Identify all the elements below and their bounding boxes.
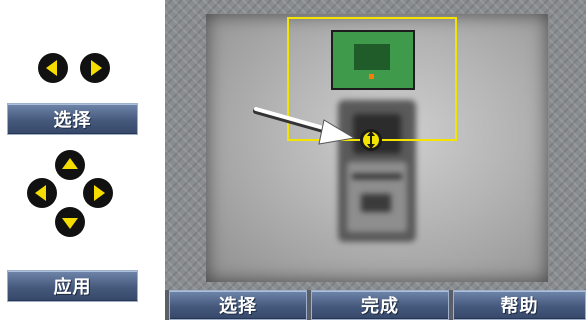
target-marker: [369, 74, 374, 79]
pointer-arrow-icon: [253, 107, 356, 145]
zoom-target: [354, 44, 390, 70]
down-arrow-icon[interactable]: [55, 207, 85, 237]
bottom-toolbar: 选择 完成 帮助: [165, 290, 586, 320]
apply-button[interactable]: 应用: [7, 270, 138, 302]
up-arrow-icon[interactable]: [55, 150, 85, 180]
done-button[interactable]: 完成: [311, 290, 449, 320]
left-arrow-icon[interactable]: [38, 53, 68, 83]
left-arrow-icon[interactable]: [27, 178, 57, 208]
right-arrow-icon[interactable]: [83, 178, 113, 208]
right-arrow-icon[interactable]: [80, 53, 110, 83]
side-select-button[interactable]: 选择: [7, 103, 138, 135]
overlay-layer: [253, 17, 457, 151]
side-control-panel: 选择 应用: [0, 0, 165, 320]
select-button[interactable]: 选择: [169, 290, 307, 320]
help-button[interactable]: 帮助: [453, 290, 586, 320]
move-handle-icon[interactable]: [360, 129, 382, 151]
camera-viewport: [206, 14, 548, 282]
